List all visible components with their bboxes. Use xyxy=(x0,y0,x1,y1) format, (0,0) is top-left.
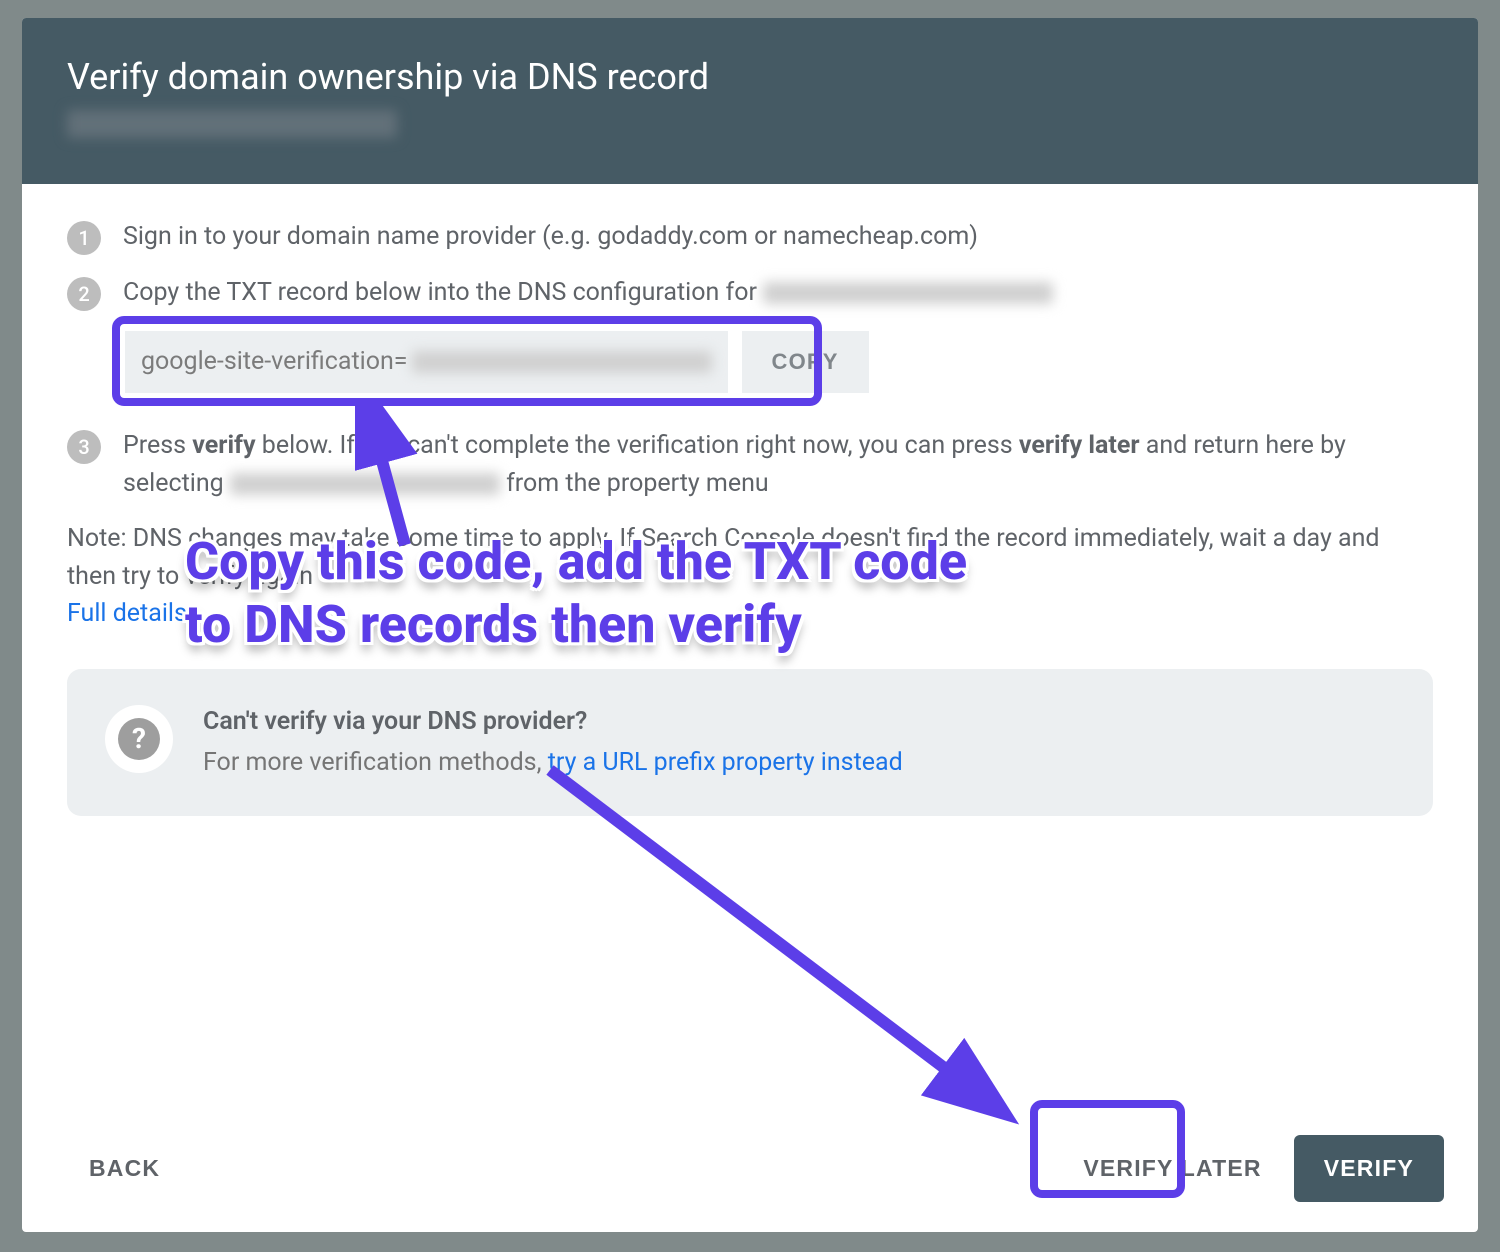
step-2: 2 Copy the TXT record below into the DNS… xyxy=(67,274,1433,410)
txt-record-token-redacted xyxy=(412,351,712,373)
dialog-title: Verify domain ownership via DNS record xyxy=(67,56,1433,98)
verify-later-button[interactable]: VERIFY LATER xyxy=(1061,1137,1283,1200)
verify-domain-dialog: Verify domain ownership via DNS record 1… xyxy=(22,18,1478,1232)
step-3-text: Press verify below. If you can't complet… xyxy=(123,427,1433,502)
domain-redacted-inline-2 xyxy=(230,473,500,495)
txt-record-row: google-site-verification= COPY xyxy=(113,321,1433,403)
step-3-t4: from the property menu xyxy=(506,469,769,498)
info-text: Can't verify via your DNS provider? For … xyxy=(203,703,903,782)
dialog-footer: BACK VERIFY LATER VERIFY xyxy=(22,1113,1478,1232)
step-3: 3 Press verify below. If you can't compl… xyxy=(67,427,1433,502)
step-2-content: Copy the TXT record below into the DNS c… xyxy=(123,274,1433,410)
copy-button[interactable]: COPY xyxy=(742,331,869,393)
step-1: 1 Sign in to your domain name provider (… xyxy=(67,218,1433,256)
info-sub: For more verification methods, try a URL… xyxy=(203,744,903,782)
domain-name-redacted xyxy=(67,110,397,138)
full-details-link[interactable]: Full details xyxy=(67,599,187,628)
step-3-t2: below. If you can't complete the verific… xyxy=(262,431,1019,460)
step-3-t1: Press xyxy=(123,431,192,460)
step-2-text: Copy the TXT record below into the DNS c… xyxy=(123,278,763,307)
step-1-badge: 1 xyxy=(67,221,101,255)
info-title-pre: Can't verify via xyxy=(203,707,372,736)
info-title-post: provider? xyxy=(477,707,588,736)
url-prefix-link[interactable]: try a URL prefix property instead xyxy=(548,748,903,777)
info-sub-pre: For more verification methods, xyxy=(203,748,548,777)
txt-record-value[interactable]: google-site-verification= xyxy=(125,331,728,393)
verify-button[interactable]: VERIFY xyxy=(1294,1135,1444,1202)
info-title: Can't verify via your DNS provider? xyxy=(203,703,903,741)
back-button[interactable]: BACK xyxy=(67,1137,182,1200)
info-card: ? Can't verify via your DNS provider? Fo… xyxy=(67,669,1433,816)
step-1-text: Sign in to your domain name provider (e.… xyxy=(123,218,1433,256)
dns-note: Note: DNS changes may take some time to … xyxy=(67,520,1433,633)
txt-record-prefix: google-site-verification= xyxy=(141,343,408,381)
domain-redacted-inline xyxy=(763,282,1053,304)
help-icon: ? xyxy=(118,718,160,760)
help-icon-wrap: ? xyxy=(105,705,173,773)
step-3-b2: verify later xyxy=(1019,431,1140,460)
info-title-mid: your DNS xyxy=(372,707,477,736)
dns-note-text: Note: DNS changes may take some time to … xyxy=(67,524,1380,591)
step-3-badge: 3 xyxy=(67,430,101,464)
step-2-badge: 2 xyxy=(67,277,101,311)
step-3-b1: verify xyxy=(192,431,255,460)
dialog-header: Verify domain ownership via DNS record xyxy=(22,18,1478,184)
dialog-body: 1 Sign in to your domain name provider (… xyxy=(22,184,1478,1113)
